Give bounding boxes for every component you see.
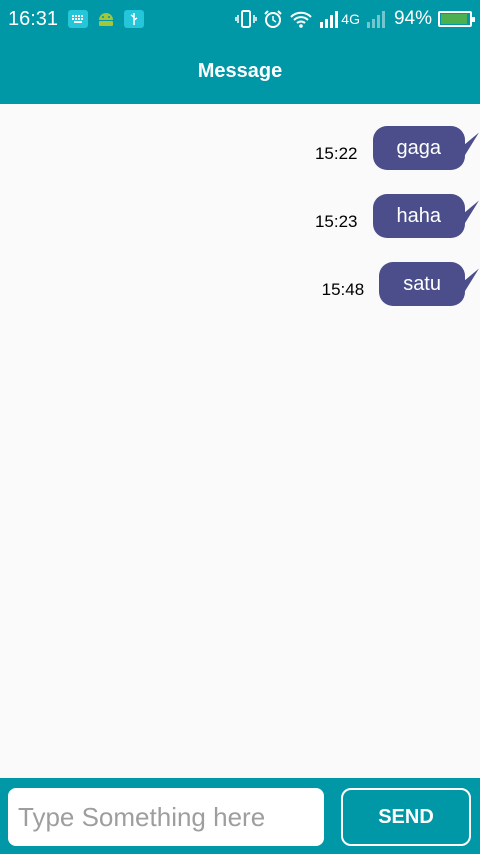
- signal-icon: [319, 10, 341, 28]
- signal-empty-icon: [366, 10, 388, 28]
- vibrate-icon: [235, 9, 258, 29]
- send-button[interactable]: SEND: [341, 788, 471, 846]
- message-bubble[interactable]: gaga: [372, 126, 465, 170]
- message-list: 15:22 gaga 15:23 haha 15:48 satu: [0, 104, 480, 778]
- usb-icon: [124, 10, 145, 28]
- status-bar: 16:31 4G 94%: [0, 0, 480, 38]
- message-time: 15:22: [314, 144, 358, 163]
- message-text: haha: [396, 204, 442, 227]
- alarm-icon: [263, 9, 283, 29]
- wifi-icon: [289, 9, 313, 29]
- message-time: 15:23: [314, 212, 358, 231]
- battery-percent: 94%: [393, 8, 432, 29]
- message-text: gaga: [396, 136, 442, 159]
- message-input[interactable]: [8, 788, 324, 846]
- message-bubble[interactable]: satu: [379, 262, 465, 306]
- message-row: 15:22 gaga: [315, 125, 480, 171]
- message-row: 15:48 satu: [322, 261, 480, 307]
- battery-icon: [438, 11, 475, 27]
- android-icon: [96, 10, 116, 28]
- message-time: 15:48: [321, 280, 365, 299]
- network-type-label: 4G: [341, 11, 360, 27]
- message-bubble[interactable]: haha: [372, 194, 465, 238]
- message-row: 15:23 haha: [315, 193, 480, 239]
- keyboard-icon: [68, 10, 89, 28]
- message-text: satu: [403, 272, 441, 295]
- status-right: 4G 94%: [235, 8, 475, 30]
- composer-bar: SEND: [0, 778, 480, 854]
- page-title: Message: [197, 59, 283, 82]
- app-bar: Message: [0, 38, 480, 104]
- status-time: 16:31: [8, 7, 59, 30]
